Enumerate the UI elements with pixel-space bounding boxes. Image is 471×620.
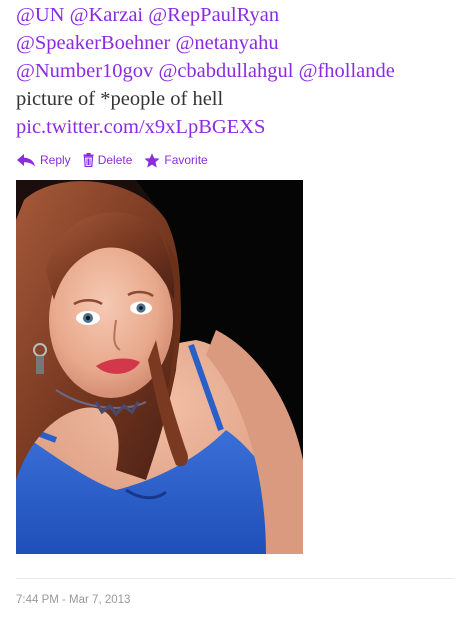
mention-number10gov[interactable]: @Number10gov bbox=[16, 60, 153, 82]
mention-cbabdullahgul[interactable]: @cbabdullahgul bbox=[158, 60, 293, 82]
tweet-photo[interactable] bbox=[16, 180, 303, 554]
tweet-actions: Reply Delete Favorite bbox=[16, 150, 220, 170]
tweet-timestamp[interactable]: 7:44 PM - Mar 7, 2013 bbox=[16, 594, 130, 606]
reply-button[interactable]: Reply bbox=[16, 153, 71, 167]
favorite-button[interactable]: Favorite bbox=[144, 152, 208, 168]
delete-button[interactable]: Delete bbox=[83, 153, 133, 168]
tweet: @UN @Karzai @RepPaulRyan @SpeakerBoehner… bbox=[16, 0, 462, 606]
photo-of-woman-in-blue-top-icon bbox=[16, 180, 303, 554]
mention-karzai[interactable]: @Karzai bbox=[70, 4, 144, 26]
mention-netanyahu[interactable]: @netanyahu bbox=[175, 32, 278, 54]
reply-label: Reply bbox=[40, 153, 71, 167]
mention-un[interactable]: @UN bbox=[16, 4, 65, 26]
reply-icon bbox=[16, 153, 36, 167]
tweet-line-3: @Number10gov @cbabdullahgul @fhollande bbox=[16, 57, 462, 85]
divider bbox=[16, 578, 454, 579]
star-icon bbox=[144, 152, 160, 168]
tweet-link-line: pic.twitter.com/x9xLpBGEXS bbox=[16, 113, 462, 141]
mention-reppaulryan[interactable]: @RepPaulRyan bbox=[148, 4, 279, 26]
mention-fhollande[interactable]: @fhollande bbox=[299, 60, 395, 82]
tweet-line-2: @SpeakerBoehner @netanyahu bbox=[16, 29, 462, 57]
mention-speakerboehner[interactable]: @SpeakerBoehner bbox=[16, 32, 170, 54]
tweet-line-1: @UN @Karzai @RepPaulRyan bbox=[16, 1, 462, 29]
trash-icon bbox=[83, 153, 94, 168]
delete-label: Delete bbox=[97, 153, 133, 167]
favorite-label: Favorite bbox=[164, 153, 208, 167]
tweet-body-text: picture of *people of hell bbox=[16, 88, 224, 110]
pic-link[interactable]: pic.twitter.com/x9xLpBGEXS bbox=[16, 116, 265, 138]
tweet-text: @UN @Karzai @RepPaulRyan @SpeakerBoehner… bbox=[16, 0, 462, 141]
